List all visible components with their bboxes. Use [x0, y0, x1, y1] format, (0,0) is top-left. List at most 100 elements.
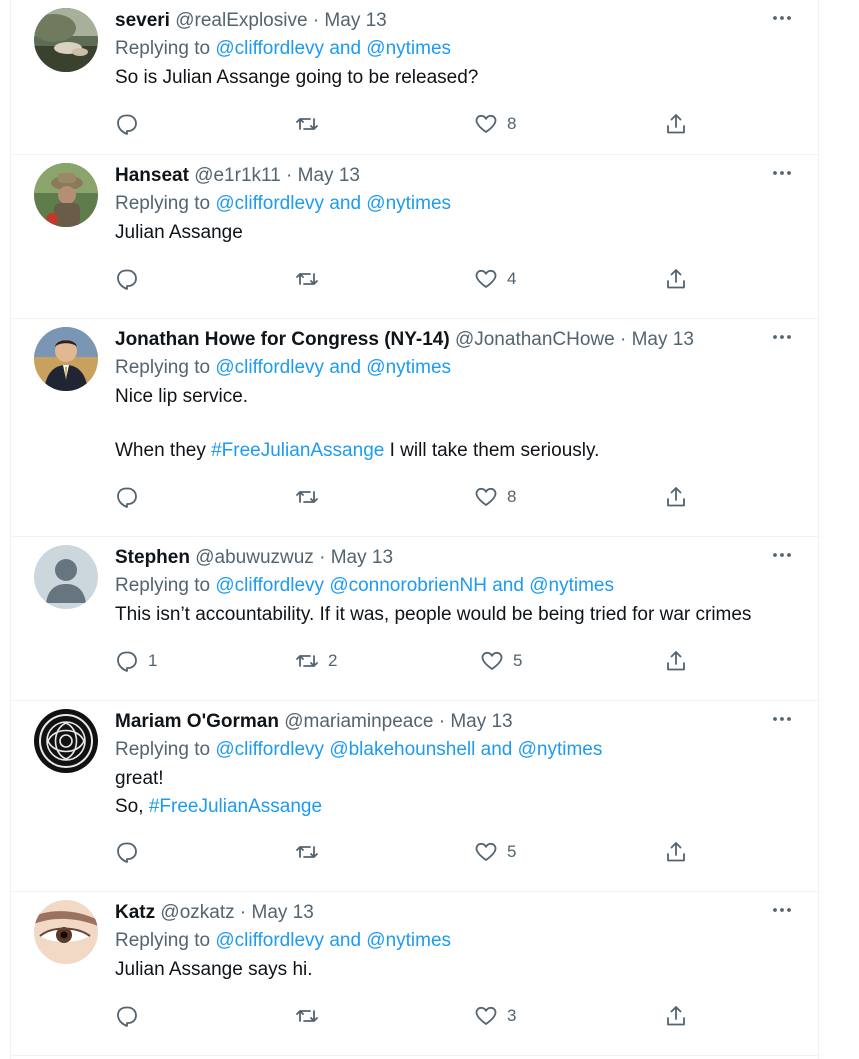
- replying-to-users[interactable]: @cliffordlevy and @nytimes: [215, 930, 451, 951]
- replying-to-users[interactable]: @cliffordlevy @connorobrienNH and @nytim…: [215, 575, 614, 596]
- share-button[interactable]: [664, 110, 688, 138]
- tweet-header: severi @realExplosive · May 13: [115, 8, 802, 34]
- action-bar: 5: [11, 838, 818, 866]
- tweet[interactable]: Mariam O'Gorman @mariaminpeace · May 13 …: [11, 701, 818, 892]
- avatar[interactable]: [34, 545, 98, 609]
- action-bar: 8: [11, 110, 818, 138]
- tweet[interactable]: Jonathan Howe for Congress (NY-14) @Jona…: [11, 319, 818, 537]
- handle[interactable]: @abuwuzwuz: [195, 547, 314, 568]
- more-options-button[interactable]: [770, 898, 794, 922]
- handle[interactable]: @ozkatz: [160, 902, 234, 923]
- avatar-image-celtic-knot: [34, 709, 98, 773]
- hashtag-link[interactable]: #FreeJulianAssange: [149, 796, 322, 817]
- tweet-text: Julian Assange: [115, 222, 243, 243]
- display-name[interactable]: Mariam O'Gorman: [115, 711, 279, 732]
- more-options-button[interactable]: [770, 543, 794, 567]
- tweet-date[interactable]: May 13: [252, 902, 314, 923]
- avatar[interactable]: [34, 327, 98, 391]
- replying-to-users[interactable]: @cliffordlevy and @nytimes: [215, 38, 451, 59]
- more-options-button[interactable]: [770, 707, 794, 731]
- display-name[interactable]: Jonathan Howe for Congress (NY-14): [115, 329, 450, 350]
- share-icon: [667, 651, 685, 671]
- reply-button[interactable]: [115, 838, 148, 866]
- retweet-icon: [296, 491, 318, 503]
- separator-dot: ·: [438, 711, 446, 732]
- hashtag-link[interactable]: #FreeJulianAssange: [211, 440, 384, 461]
- like-button[interactable]: 8: [474, 110, 516, 138]
- tweet-text: Julian Assange says hi.: [115, 959, 313, 980]
- handle[interactable]: @mariaminpeace: [284, 711, 433, 732]
- avatar[interactable]: [34, 709, 98, 773]
- display-name[interactable]: severi: [115, 10, 170, 31]
- display-name[interactable]: Katz: [115, 902, 155, 923]
- more-options-button[interactable]: [770, 6, 794, 30]
- reply-button[interactable]: [115, 110, 148, 138]
- tweet-date[interactable]: May 13: [298, 165, 360, 186]
- like-button[interactable]: 4: [474, 265, 516, 293]
- retweet-button[interactable]: [295, 110, 328, 138]
- avatar[interactable]: [34, 163, 98, 227]
- display-name[interactable]: Hanseat: [115, 165, 189, 186]
- like-button[interactable]: 5: [480, 647, 522, 675]
- share-button[interactable]: [664, 1002, 688, 1030]
- more-options-button[interactable]: [770, 161, 794, 185]
- heart-icon: [481, 651, 503, 670]
- tweet-date[interactable]: May 13: [331, 547, 393, 568]
- handle[interactable]: @realExplosive: [175, 10, 307, 31]
- tweet-date[interactable]: May 13: [450, 711, 512, 732]
- tweet-header: Mariam O'Gorman @mariaminpeace · May 13: [115, 709, 802, 735]
- share-button[interactable]: [664, 265, 688, 293]
- heart-icon: [475, 487, 497, 506]
- retweet-icon: [296, 655, 318, 667]
- retweet-button[interactable]: [295, 838, 328, 866]
- share-button[interactable]: [664, 838, 688, 866]
- avatar[interactable]: [34, 900, 98, 964]
- replying-to-users[interactable]: @cliffordlevy @blakehounshell and @nytim…: [215, 739, 602, 760]
- tweet-content: Mariam O'Gorman @mariaminpeace · May 13 …: [115, 709, 802, 821]
- like-button[interactable]: 5: [474, 838, 516, 866]
- heart-icon: [475, 1006, 497, 1025]
- tweet-text: When they #FreeJulianAssange I will take…: [115, 437, 802, 465]
- action-bar: 4: [11, 265, 818, 293]
- tweet-text: great!: [115, 768, 164, 789]
- separator-dot: ·: [319, 547, 326, 568]
- more-options-button[interactable]: [770, 325, 794, 349]
- tweet-date[interactable]: May 13: [324, 10, 386, 31]
- more-icon: [773, 908, 791, 912]
- tweet[interactable]: Katz @ozkatz · May 13 Replying to @cliff…: [11, 892, 818, 1056]
- reply-icon: [117, 1006, 137, 1027]
- avatar[interactable]: [34, 8, 98, 72]
- handle[interactable]: @e1r1k11: [194, 165, 281, 186]
- reply-button[interactable]: [115, 1002, 148, 1030]
- avatar-image-portrait: [34, 327, 98, 391]
- share-button[interactable]: [664, 483, 688, 511]
- replying-to-users[interactable]: @cliffordlevy and @nytimes: [215, 193, 451, 214]
- like-count: 8: [507, 487, 517, 506]
- reply-icon: [117, 651, 137, 672]
- tweet[interactable]: Hanseat @e1r1k11 · May 13 Replying to @c…: [11, 155, 818, 319]
- reply-button[interactable]: [115, 265, 148, 293]
- separator-dot: ·: [312, 10, 320, 31]
- share-button[interactable]: [664, 647, 688, 675]
- retweet-button[interactable]: [295, 1002, 328, 1030]
- retweet-button[interactable]: 2: [295, 647, 337, 675]
- reply-button[interactable]: 1: [115, 647, 157, 675]
- reply-button[interactable]: [115, 483, 148, 511]
- retweet-button[interactable]: [295, 265, 328, 293]
- replying-to-users[interactable]: @cliffordlevy and @nytimes: [215, 357, 451, 378]
- handle[interactable]: @JonathanCHowe: [455, 329, 615, 350]
- tweet-content: Stephen @abuwuzwuz · May 13 Replying to …: [115, 545, 802, 629]
- tweet-text: So, #FreeJulianAssange: [115, 793, 802, 821]
- avatar-image-hat: [34, 163, 98, 227]
- tweet[interactable]: Stephen @abuwuzwuz · May 13 Replying to …: [11, 537, 818, 701]
- tweet-date[interactable]: May 13: [632, 329, 694, 350]
- action-bar: 3: [11, 1002, 818, 1030]
- heart-icon: [475, 842, 497, 861]
- tweet-text: So is Julian Assange going to be release…: [115, 67, 479, 88]
- tweet[interactable]: severi @realExplosive · May 13 Replying …: [11, 0, 818, 155]
- display-name[interactable]: Stephen: [115, 547, 190, 568]
- retweet-icon: [296, 118, 318, 130]
- like-button[interactable]: 8: [474, 483, 516, 511]
- like-button[interactable]: 3: [474, 1002, 516, 1030]
- retweet-button[interactable]: [295, 483, 328, 511]
